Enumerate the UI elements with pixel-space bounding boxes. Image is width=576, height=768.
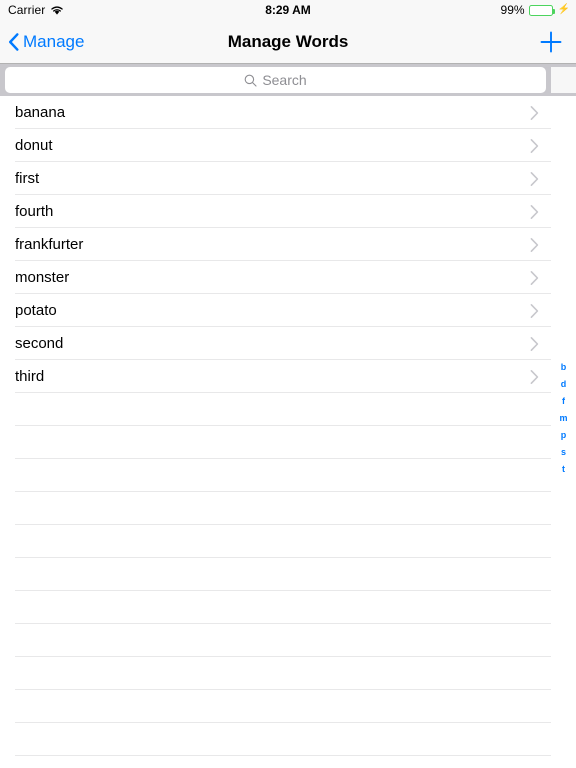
search-input[interactable]: Search xyxy=(5,67,546,93)
section-index-strip[interactable]: bdfmpst xyxy=(551,359,576,478)
words-list-rows: banana donut first fourth frankfurter monster… xyxy=(0,96,576,756)
chevron-right-icon xyxy=(530,204,539,219)
search-placeholder: Search xyxy=(262,72,307,88)
table-row[interactable]: donut xyxy=(0,129,551,162)
word-label: donut xyxy=(15,137,53,154)
section-index-letter[interactable]: t xyxy=(551,461,576,478)
table-row[interactable]: second xyxy=(0,327,551,360)
navigation-bar: Manage Manage Words xyxy=(0,20,576,64)
chevron-right-icon xyxy=(530,237,539,252)
section-index-letter[interactable]: m xyxy=(551,410,576,427)
word-label: third xyxy=(15,368,45,385)
table-row-empty xyxy=(0,624,551,657)
battery-percent-label: 99% xyxy=(500,3,525,17)
word-label: monster xyxy=(15,269,70,286)
section-index-letter[interactable]: b xyxy=(551,359,576,376)
section-index-letter[interactable]: p xyxy=(551,427,576,444)
word-label: second xyxy=(15,335,64,352)
chevron-right-icon xyxy=(530,303,539,318)
table-row-empty xyxy=(0,459,551,492)
page-title: Manage Words xyxy=(227,31,349,51)
lightning-bolt-icon: ⚡ xyxy=(557,4,570,15)
status-bar: Carrier 8:29 AM 99% ⚡ xyxy=(0,0,576,20)
table-row-empty xyxy=(0,690,551,723)
chevron-right-icon xyxy=(530,105,539,120)
table-row-empty xyxy=(0,492,551,525)
search-bar-index-gutter xyxy=(551,67,576,93)
table-row[interactable]: monster xyxy=(0,261,551,294)
table-row[interactable]: banana xyxy=(0,96,551,129)
word-label: fourth xyxy=(15,203,54,220)
table-row-empty xyxy=(0,525,551,558)
table-row-empty xyxy=(0,393,551,426)
chevron-right-icon xyxy=(530,171,539,186)
words-list: banana donut first fourth frankfurter monster… xyxy=(0,96,576,768)
chevron-right-icon xyxy=(530,270,539,285)
plus-icon[interactable] xyxy=(538,29,564,55)
table-row[interactable]: frankfurter xyxy=(0,228,551,261)
chevron-right-icon xyxy=(530,369,539,384)
search-bar-container: Search xyxy=(0,64,576,96)
clock-label: 8:29 AM xyxy=(265,3,311,17)
table-row-empty xyxy=(0,591,551,624)
table-row-empty xyxy=(0,723,551,756)
section-index-letter[interactable]: f xyxy=(551,393,576,410)
search-icon xyxy=(244,74,257,87)
chevron-right-icon xyxy=(530,336,539,351)
table-row-empty xyxy=(0,657,551,690)
word-label: first xyxy=(15,170,40,187)
word-label: frankfurter xyxy=(15,236,84,253)
battery-icon xyxy=(528,4,555,16)
table-row[interactable]: potato xyxy=(0,294,551,327)
word-label: banana xyxy=(15,104,66,121)
table-row-empty xyxy=(0,426,551,459)
chevron-right-icon xyxy=(530,138,539,153)
status-bar-right: 99% ⚡ xyxy=(501,3,570,17)
section-index-letter[interactable]: d xyxy=(551,376,576,393)
table-row[interactable]: fourth xyxy=(0,195,551,228)
section-index-letter[interactable]: s xyxy=(551,444,576,461)
word-label: potato xyxy=(15,302,57,319)
search-zone: Search xyxy=(0,67,551,93)
table-row[interactable]: third xyxy=(0,360,551,393)
table-row-empty xyxy=(0,558,551,591)
table-row[interactable]: first xyxy=(0,162,551,195)
